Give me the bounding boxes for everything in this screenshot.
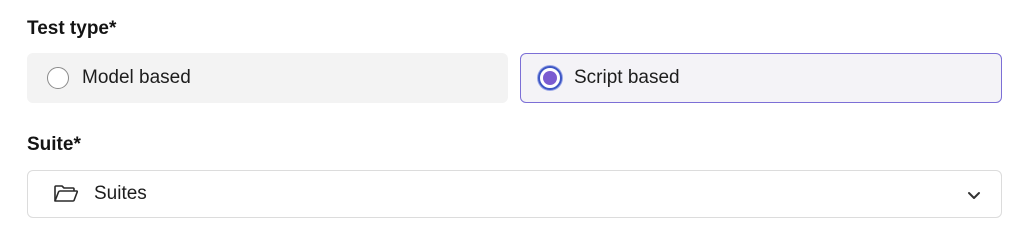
radio-unchecked-icon[interactable] [47,67,69,89]
radio-checked-icon[interactable] [538,66,562,90]
test-type-option-script-based[interactable]: Script based [520,53,1002,103]
suite-select[interactable]: Suites [27,170,1002,218]
test-type-label: Test type* [27,18,117,39]
test-type-option-label: Script based [574,67,680,88]
suite-label: Suite* [27,134,81,155]
folder-open-icon [53,184,79,204]
new-test-form: Test type* Model based Script based Suit… [0,0,1020,246]
test-type-option-model-based[interactable]: Model based [27,53,508,103]
test-type-option-label: Model based [82,67,191,88]
suite-select-value: Suites [94,183,147,204]
chevron-down-icon[interactable] [967,188,981,200]
